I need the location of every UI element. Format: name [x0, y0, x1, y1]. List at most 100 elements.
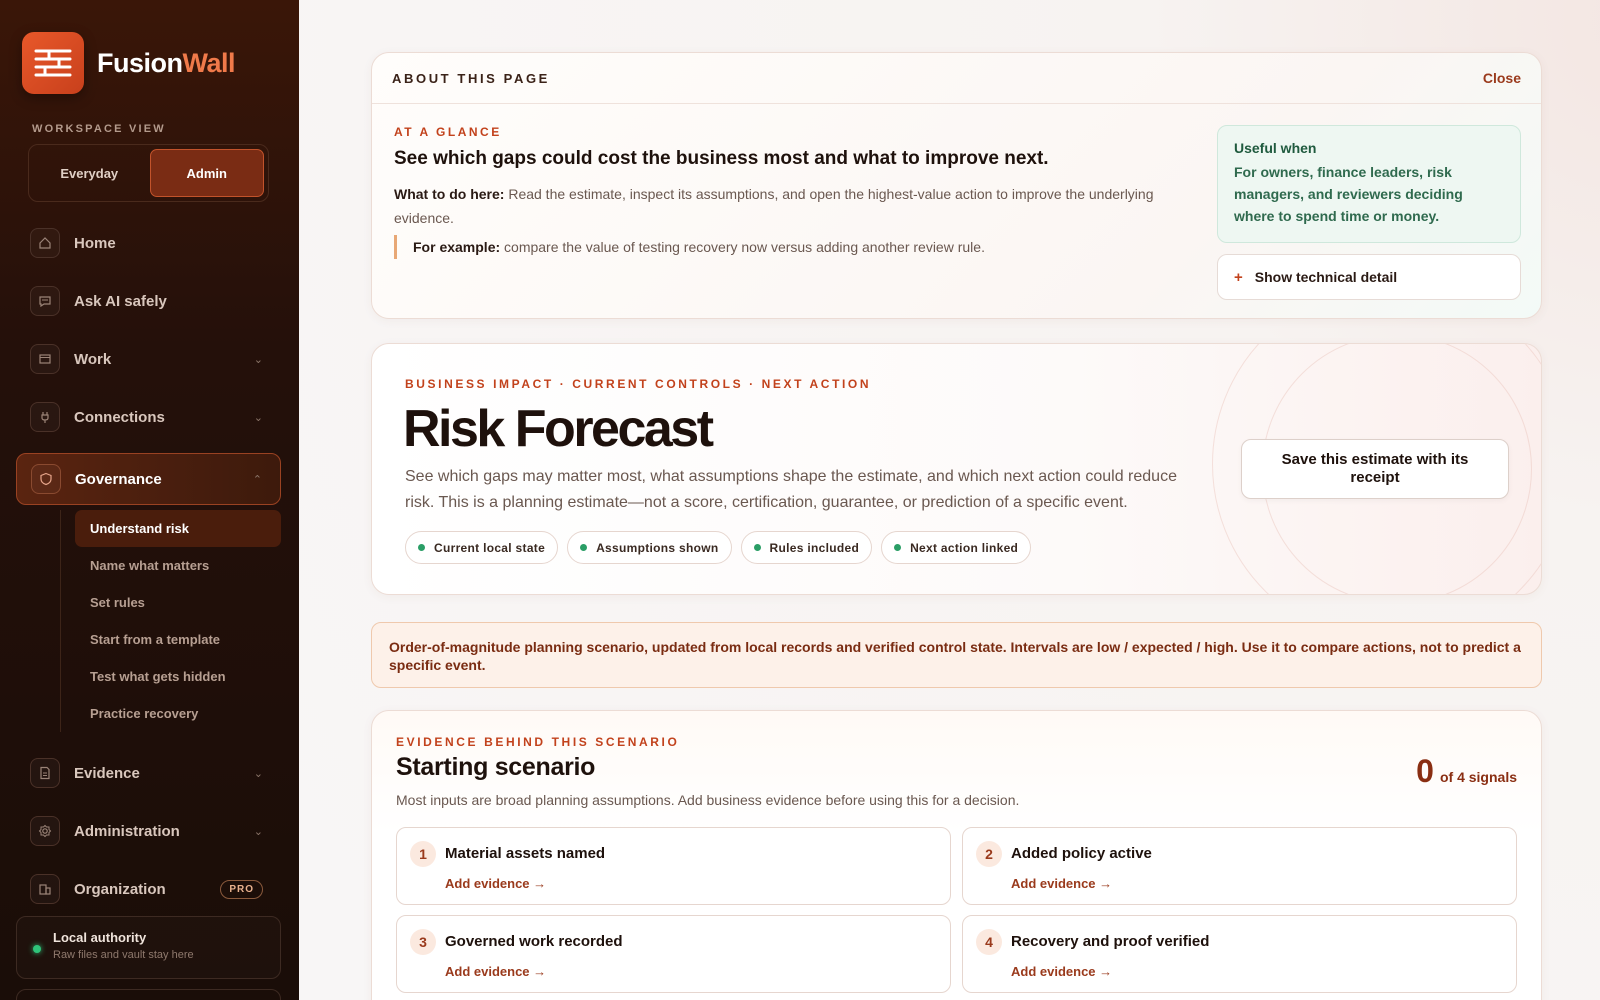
admin-view-button[interactable]: Admin [149, 149, 264, 197]
subnav-set-rules[interactable]: Set rules [75, 584, 281, 621]
signal-number: 1 [410, 841, 436, 867]
chevron-down-icon: ⌄ [253, 353, 263, 366]
nav-label: Governance [75, 470, 162, 488]
nav-item-connections[interactable]: Connections ⌄ [16, 391, 281, 443]
status-dot-icon [33, 945, 41, 953]
signal-name: Material assets named [445, 845, 606, 862]
folder-icon [30, 344, 60, 374]
signal-number: 4 [976, 929, 1002, 955]
shield-icon [31, 464, 61, 494]
add-evidence-link[interactable]: Add evidence → [1011, 876, 1112, 891]
risk-forecast-card: BUSINESS IMPACT · CURRENT CONTROLS · NEX… [371, 343, 1542, 595]
subnav-name-what-matters[interactable]: Name what matters [75, 547, 281, 584]
technical-detail-label: Show technical detail [1254, 269, 1398, 285]
at-a-glance-label: AT A GLANCE [394, 125, 502, 139]
main-content: ABOUT THIS PAGE Close AT A GLANCE See wh… [299, 0, 1600, 1000]
risk-description: See which gaps may matter most, what ass… [405, 468, 1177, 511]
workspace-view-toggle: Everyday Admin [28, 144, 269, 202]
sidebar: FusionWall WORKSPACE VIEW Everyday Admin… [0, 0, 299, 1000]
chevron-down-icon: ⌄ [253, 411, 263, 424]
authority-title: Local authority [53, 930, 147, 945]
signal-card: 4 Recovery and proof verified Add eviden… [962, 915, 1517, 993]
signal-card: 3 Governed work recorded Add evidence → [396, 915, 951, 993]
about-title: ABOUT THIS PAGE [392, 70, 550, 86]
status-dot-icon [580, 544, 588, 551]
status-dot-icon [753, 544, 761, 551]
subnav-understand-risk[interactable]: Understand risk [75, 510, 281, 547]
status-dot-icon [418, 544, 425, 551]
evidence-description: Most inputs are broad planning assumptio… [396, 792, 1020, 808]
signal-name: Governed work recorded [445, 933, 623, 950]
status-pill: Rules included [740, 531, 873, 564]
useful-when-title: Useful when [1234, 140, 1317, 156]
subnav-test-what-gets-hidden[interactable]: Test what gets hidden [75, 658, 281, 695]
nav-label: Work [74, 350, 112, 368]
home-icon [30, 228, 60, 258]
gear-icon [30, 816, 60, 846]
chat-icon [30, 286, 60, 316]
signals-total: of 4 signals [1439, 769, 1517, 785]
evidence-eyebrow: EVIDENCE BEHIND THIS SCENARIO [396, 735, 680, 749]
nav-label: Home [74, 234, 116, 252]
add-evidence-link[interactable]: Add evidence → [445, 964, 546, 979]
pro-badge: PRO [220, 879, 263, 899]
governance-subnav: Understand risk Name what matters Set ru… [60, 510, 281, 732]
building-icon [30, 874, 60, 904]
chevron-down-icon: ⌄ [253, 767, 263, 780]
close-button[interactable]: Close [1483, 70, 1521, 86]
everyday-view-button[interactable]: Everyday [33, 149, 146, 197]
workspace-view-label: WORKSPACE VIEW [32, 123, 166, 135]
show-technical-detail-button[interactable]: + Show technical detail [1217, 254, 1521, 300]
what-to-do-text: What to do here: Read the estimate, insp… [394, 186, 1154, 226]
save-estimate-button[interactable]: Save this estimate with its receipt [1241, 439, 1509, 499]
about-this-page-card: ABOUT THIS PAGE Close AT A GLANCE See wh… [371, 52, 1542, 319]
chevron-up-icon: ⌃ [252, 473, 262, 486]
add-evidence-link[interactable]: Add evidence → [445, 876, 546, 891]
brand-logo[interactable]: FusionWall [22, 32, 236, 94]
nav-label: Administration [74, 822, 180, 840]
subnav-practice-recovery[interactable]: Practice recovery [75, 695, 281, 732]
nav-item-work[interactable]: Work ⌄ [16, 333, 281, 385]
nav-item-home[interactable]: Home [16, 217, 281, 269]
nav-label: Organization [74, 880, 166, 898]
risk-eyebrow: BUSINESS IMPACT · CURRENT CONTROLS · NEX… [405, 377, 872, 391]
signal-number: 2 [976, 841, 1002, 867]
signal-number: 3 [410, 929, 436, 955]
nav-item-ask-ai[interactable]: Ask AI safely [16, 275, 281, 327]
signals-count: 0 [1416, 753, 1434, 789]
sidebar-footer-card [16, 989, 281, 1000]
signal-card: 2 Added policy active Add evidence → [962, 827, 1517, 905]
plug-icon [30, 402, 60, 432]
fusionwall-logo-icon [22, 32, 84, 94]
about-header: ABOUT THIS PAGE Close [372, 53, 1541, 104]
local-authority-status: Local authority Raw files and vault stay… [16, 916, 281, 979]
useful-when-text: For owners, finance leaders, risk manage… [1234, 164, 1463, 224]
status-dot-icon [894, 544, 902, 551]
nav-item-evidence[interactable]: Evidence ⌄ [16, 747, 281, 799]
brand-name: FusionWall [97, 47, 236, 78]
page-title: Risk Forecast [403, 400, 714, 458]
signal-card: 1 Material assets named Add evidence → [396, 827, 951, 905]
status-pill: Assumptions shown [567, 531, 732, 564]
nav-label: Evidence [74, 764, 140, 782]
signal-name: Added policy active [1011, 845, 1152, 862]
planning-scenario-notice: Order-of-magnitude planning scenario, up… [371, 622, 1542, 688]
evidence-title: Starting scenario [396, 753, 596, 781]
subnav-start-from-template[interactable]: Start from a template [75, 621, 281, 658]
nav-label: Ask AI safely [74, 292, 167, 310]
nav-item-organization[interactable]: Organization PRO [16, 863, 281, 915]
nav-label: Connections [74, 408, 165, 426]
status-pill: Current local state [405, 531, 559, 564]
authority-subtitle: Raw files and vault stay here [53, 949, 194, 961]
status-pills: Current local state Assumptions shown Ru… [405, 531, 1032, 564]
status-pill: Next action linked [881, 531, 1032, 564]
nav-item-governance[interactable]: Governance ⌃ [16, 453, 281, 505]
document-icon [30, 758, 60, 788]
useful-when-box: Useful when For owners, finance leaders,… [1217, 125, 1521, 243]
add-evidence-link[interactable]: Add evidence → [1011, 964, 1112, 979]
plus-icon: + [1234, 268, 1243, 286]
signals-counter: 0 of 4 signals [1416, 753, 1517, 790]
example-callout: For example: compare the value of testin… [394, 235, 985, 259]
evidence-card: EVIDENCE BEHIND THIS SCENARIO Starting s… [371, 710, 1542, 1000]
nav-item-administration[interactable]: Administration ⌄ [16, 805, 281, 857]
